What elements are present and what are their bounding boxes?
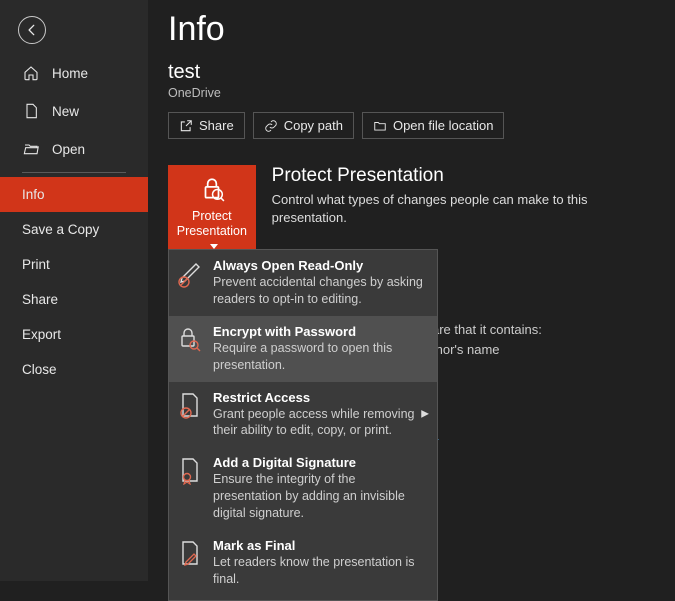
document-pencil-icon (177, 538, 203, 570)
nav-label: Print (22, 257, 50, 272)
dd-title: Add a Digital Signature (213, 455, 427, 470)
nav-label: Open (52, 142, 85, 157)
nav-home[interactable]: Home (0, 54, 148, 92)
share-icon (179, 119, 193, 133)
back-button[interactable] (18, 16, 46, 44)
lock-search-icon (177, 324, 203, 356)
lock-icon (172, 175, 252, 203)
action-row: Share Copy path Open file location (168, 112, 655, 139)
nav-label: Share (22, 292, 58, 307)
dd-restrict-access[interactable]: Restrict Access Grant people access whil… (169, 382, 437, 448)
document-name: test (168, 61, 655, 84)
copy-path-label: Copy path (284, 118, 343, 133)
nav-label: Close (22, 362, 57, 377)
dd-always-read-only[interactable]: Always Open Read-Only Prevent accidental… (169, 250, 437, 316)
protect-dropdown: Always Open Read-Only Prevent accidental… (168, 249, 438, 601)
dd-desc: Require a password to open this presenta… (213, 340, 427, 374)
nav-export[interactable]: Export (0, 317, 148, 352)
open-location-button[interactable]: Open file location (362, 112, 504, 139)
protect-text: Protect Presentation Control what types … (272, 165, 655, 227)
open-location-label: Open file location (393, 118, 493, 133)
share-button[interactable]: Share (168, 112, 245, 139)
nav-label: Info (22, 187, 45, 202)
link-icon (264, 119, 278, 133)
chevron-right-icon: ▶ (421, 409, 429, 420)
page-title: Info (168, 10, 655, 49)
nav-close[interactable]: Close (0, 352, 148, 387)
dd-title: Always Open Read-Only (213, 258, 427, 273)
bg-line1: are that it contains: (432, 322, 542, 337)
main-panel: Info test OneDrive Share Copy path Open … (148, 0, 675, 581)
open-folder-icon (22, 140, 40, 158)
home-icon (22, 64, 40, 82)
protect-presentation-button[interactable]: Protect Presentation (168, 165, 256, 262)
new-icon (22, 102, 40, 120)
document-ribbon-icon (177, 455, 203, 487)
dd-title: Restrict Access (213, 390, 427, 405)
dd-encrypt-password[interactable]: Encrypt with Password Require a password… (169, 316, 437, 382)
dd-desc: Grant people access while removing their… (213, 406, 427, 440)
bg-line2: thor's name (432, 342, 500, 357)
nav-share[interactable]: Share (0, 282, 148, 317)
folder-icon (373, 119, 387, 133)
nav-label: Export (22, 327, 61, 342)
copy-path-button[interactable]: Copy path (253, 112, 354, 139)
protect-label-2: Presentation (177, 224, 247, 238)
dd-digital-signature[interactable]: Add a Digital Signature Ensure the integ… (169, 447, 437, 530)
dd-mark-as-final[interactable]: Mark as Final Let readers know the prese… (169, 530, 437, 600)
nav-new[interactable]: New (0, 92, 148, 130)
pencil-no-icon (177, 258, 203, 290)
dd-desc: Prevent accidental changes by asking rea… (213, 274, 427, 308)
nav-label: New (52, 104, 79, 119)
dd-title: Mark as Final (213, 538, 427, 553)
dd-desc: Ensure the integrity of the presentation… (213, 471, 427, 522)
document-location: OneDrive (168, 86, 655, 100)
share-label: Share (199, 118, 234, 133)
nav-label: Save a Copy (22, 222, 99, 237)
document-no-icon (177, 390, 203, 422)
nav-label: Home (52, 66, 88, 81)
protect-title: Protect Presentation (272, 165, 655, 187)
nav-open[interactable]: Open (0, 130, 148, 168)
protect-desc: Control what types of changes people can… (272, 191, 655, 227)
protect-section: Protect Presentation Protect Presentatio… (168, 165, 655, 262)
dd-title: Encrypt with Password (213, 324, 427, 339)
protect-label-1: Protect (192, 209, 232, 223)
arrow-left-icon (25, 23, 39, 37)
nav-save-a-copy[interactable]: Save a Copy (0, 212, 148, 247)
nav-print[interactable]: Print (0, 247, 148, 282)
divider (22, 172, 126, 173)
inspect-background-text: are that it contains: thor's name s (432, 320, 542, 444)
dd-desc: Let readers know the presentation is fin… (213, 554, 427, 588)
backstage-sidebar: Home New Open Info Save a Copy Print Sha… (0, 0, 148, 581)
nav-info[interactable]: Info (0, 177, 148, 212)
